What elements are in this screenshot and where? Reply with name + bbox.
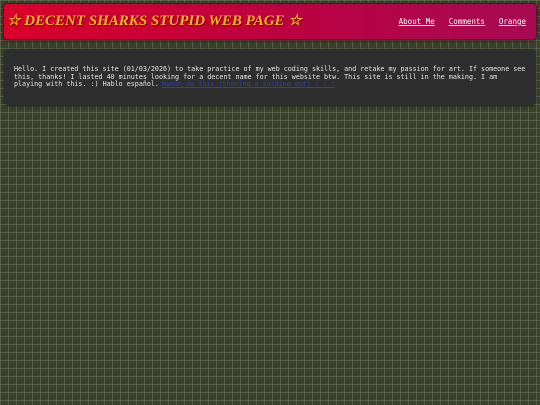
- site-title: ☆ DECENT SHARKS STUPID WEB PAGE ☆: [7, 13, 302, 29]
- intro-link[interactable]: Human do this (Shoving a sardine out) ! …: [162, 80, 335, 88]
- intro-paragraph: Hello. I created this site (01/03/2026) …: [14, 65, 526, 89]
- intro-panel: Hello. I created this site (01/03/2026) …: [4, 49, 536, 105]
- nav-link-orange[interactable]: Orange: [499, 17, 526, 27]
- site-header: ☆ DECENT SHARKS STUPID WEB PAGE ☆ About …: [3, 3, 537, 40]
- nav-link-about-me[interactable]: About Me: [399, 17, 435, 27]
- nav-link-comments[interactable]: Comments: [449, 17, 485, 27]
- main-nav: About Me Comments Orange: [399, 17, 526, 27]
